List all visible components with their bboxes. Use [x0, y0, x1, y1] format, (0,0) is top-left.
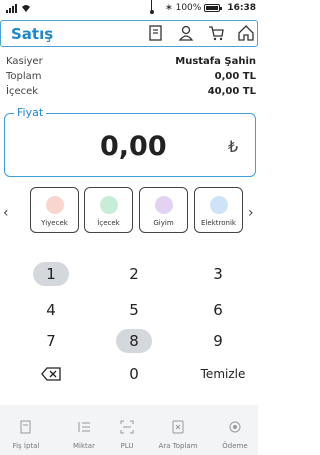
info-value: 40,00 TL: [207, 86, 256, 97]
category-label: İçecek: [97, 219, 120, 227]
laptop-icon: [210, 196, 228, 214]
divider: [151, 0, 152, 10]
indicator-dot: [150, 10, 154, 14]
key-2[interactable]: 2: [116, 262, 152, 286]
info-row-category: İçecek 40,00 TL: [6, 86, 256, 101]
bottom-nav: Fiş İptal Miktar PLU Ara Toplam Ödeme: [0, 405, 258, 455]
app-header: Satış: [0, 20, 258, 47]
nav-label: Ara Toplam: [158, 442, 198, 450]
category-yiyecek[interactable]: Yiyecek: [30, 187, 79, 233]
subtotal-icon: [172, 420, 184, 434]
battery-icon: [204, 4, 223, 12]
info-value: Mustafa Şahin: [175, 56, 256, 67]
category-label: Elektronik: [201, 219, 236, 227]
nav-plu[interactable]: PLU: [101, 419, 153, 450]
page-title: Satış: [11, 25, 54, 43]
key-3[interactable]: 3: [200, 262, 236, 286]
category-label: Yiyecek: [41, 219, 68, 227]
nav-odeme[interactable]: Ödeme: [209, 419, 261, 450]
info-row-cashier: Kasiyer Mustafa Şahin: [6, 56, 256, 71]
backspace-key[interactable]: [33, 362, 69, 386]
price-label: Fiyat: [14, 106, 47, 119]
cart-icon[interactable]: [207, 24, 225, 42]
receipt-cancel-icon: [20, 420, 31, 434]
nav-label: PLU: [120, 442, 134, 450]
key-0[interactable]: 0: [116, 362, 152, 386]
key-4[interactable]: 4: [33, 298, 69, 322]
category-giyim[interactable]: Giyim: [139, 187, 188, 233]
home-icon[interactable]: [237, 24, 255, 42]
payment-icon: [229, 421, 241, 433]
chevron-left-icon[interactable]: ‹: [3, 205, 9, 221]
clock: 16:38: [227, 3, 256, 13]
cup-icon: [100, 196, 118, 214]
key-1[interactable]: 1: [33, 262, 69, 286]
nav-label: Fiş İptal: [12, 442, 40, 450]
bluetooth-icon: ∗: [165, 3, 173, 13]
sale-info: Kasiyer Mustafa Şahin Toplam 0,00 TL İçe…: [6, 56, 256, 101]
backspace-icon: [41, 367, 61, 381]
chevron-right-icon[interactable]: ›: [248, 205, 254, 221]
nav-ara-toplam[interactable]: Ara Toplam: [152, 419, 204, 450]
nav-label: Ödeme: [222, 442, 248, 450]
status-bar: ∗ 100% 16:38: [0, 0, 258, 18]
user-icon[interactable]: [177, 24, 195, 42]
category-label: Giyim: [153, 219, 174, 227]
key-5[interactable]: 5: [116, 298, 152, 322]
wifi-icon: [22, 5, 30, 12]
category-elektronik[interactable]: Elektronik: [194, 187, 243, 233]
currency-symbol: ₺: [228, 137, 239, 156]
key-9[interactable]: 9: [200, 329, 236, 353]
battery-percent: 100%: [175, 3, 202, 13]
nav-fis-iptal[interactable]: Fiş İptal: [0, 419, 52, 450]
clear-button[interactable]: Temizle: [188, 362, 258, 386]
info-label: Kasiyer: [6, 56, 43, 67]
key-8[interactable]: 8: [116, 329, 152, 353]
scan-icon: [120, 420, 134, 434]
key-6[interactable]: 6: [200, 298, 236, 322]
info-label: İçecek: [6, 86, 39, 97]
price-value: 0,00: [100, 131, 167, 162]
info-label: Toplam: [6, 71, 42, 82]
info-value: 0,00 TL: [214, 71, 256, 82]
quantity-icon: [78, 422, 90, 432]
info-row-total: Toplam 0,00 TL: [6, 71, 256, 86]
receipt-icon[interactable]: [147, 24, 165, 42]
signal-icon: [6, 4, 31, 13]
category-icecek[interactable]: İçecek: [84, 187, 133, 233]
utensils-icon: [46, 196, 64, 214]
key-7[interactable]: 7: [33, 329, 69, 353]
shirt-icon: [155, 196, 173, 214]
